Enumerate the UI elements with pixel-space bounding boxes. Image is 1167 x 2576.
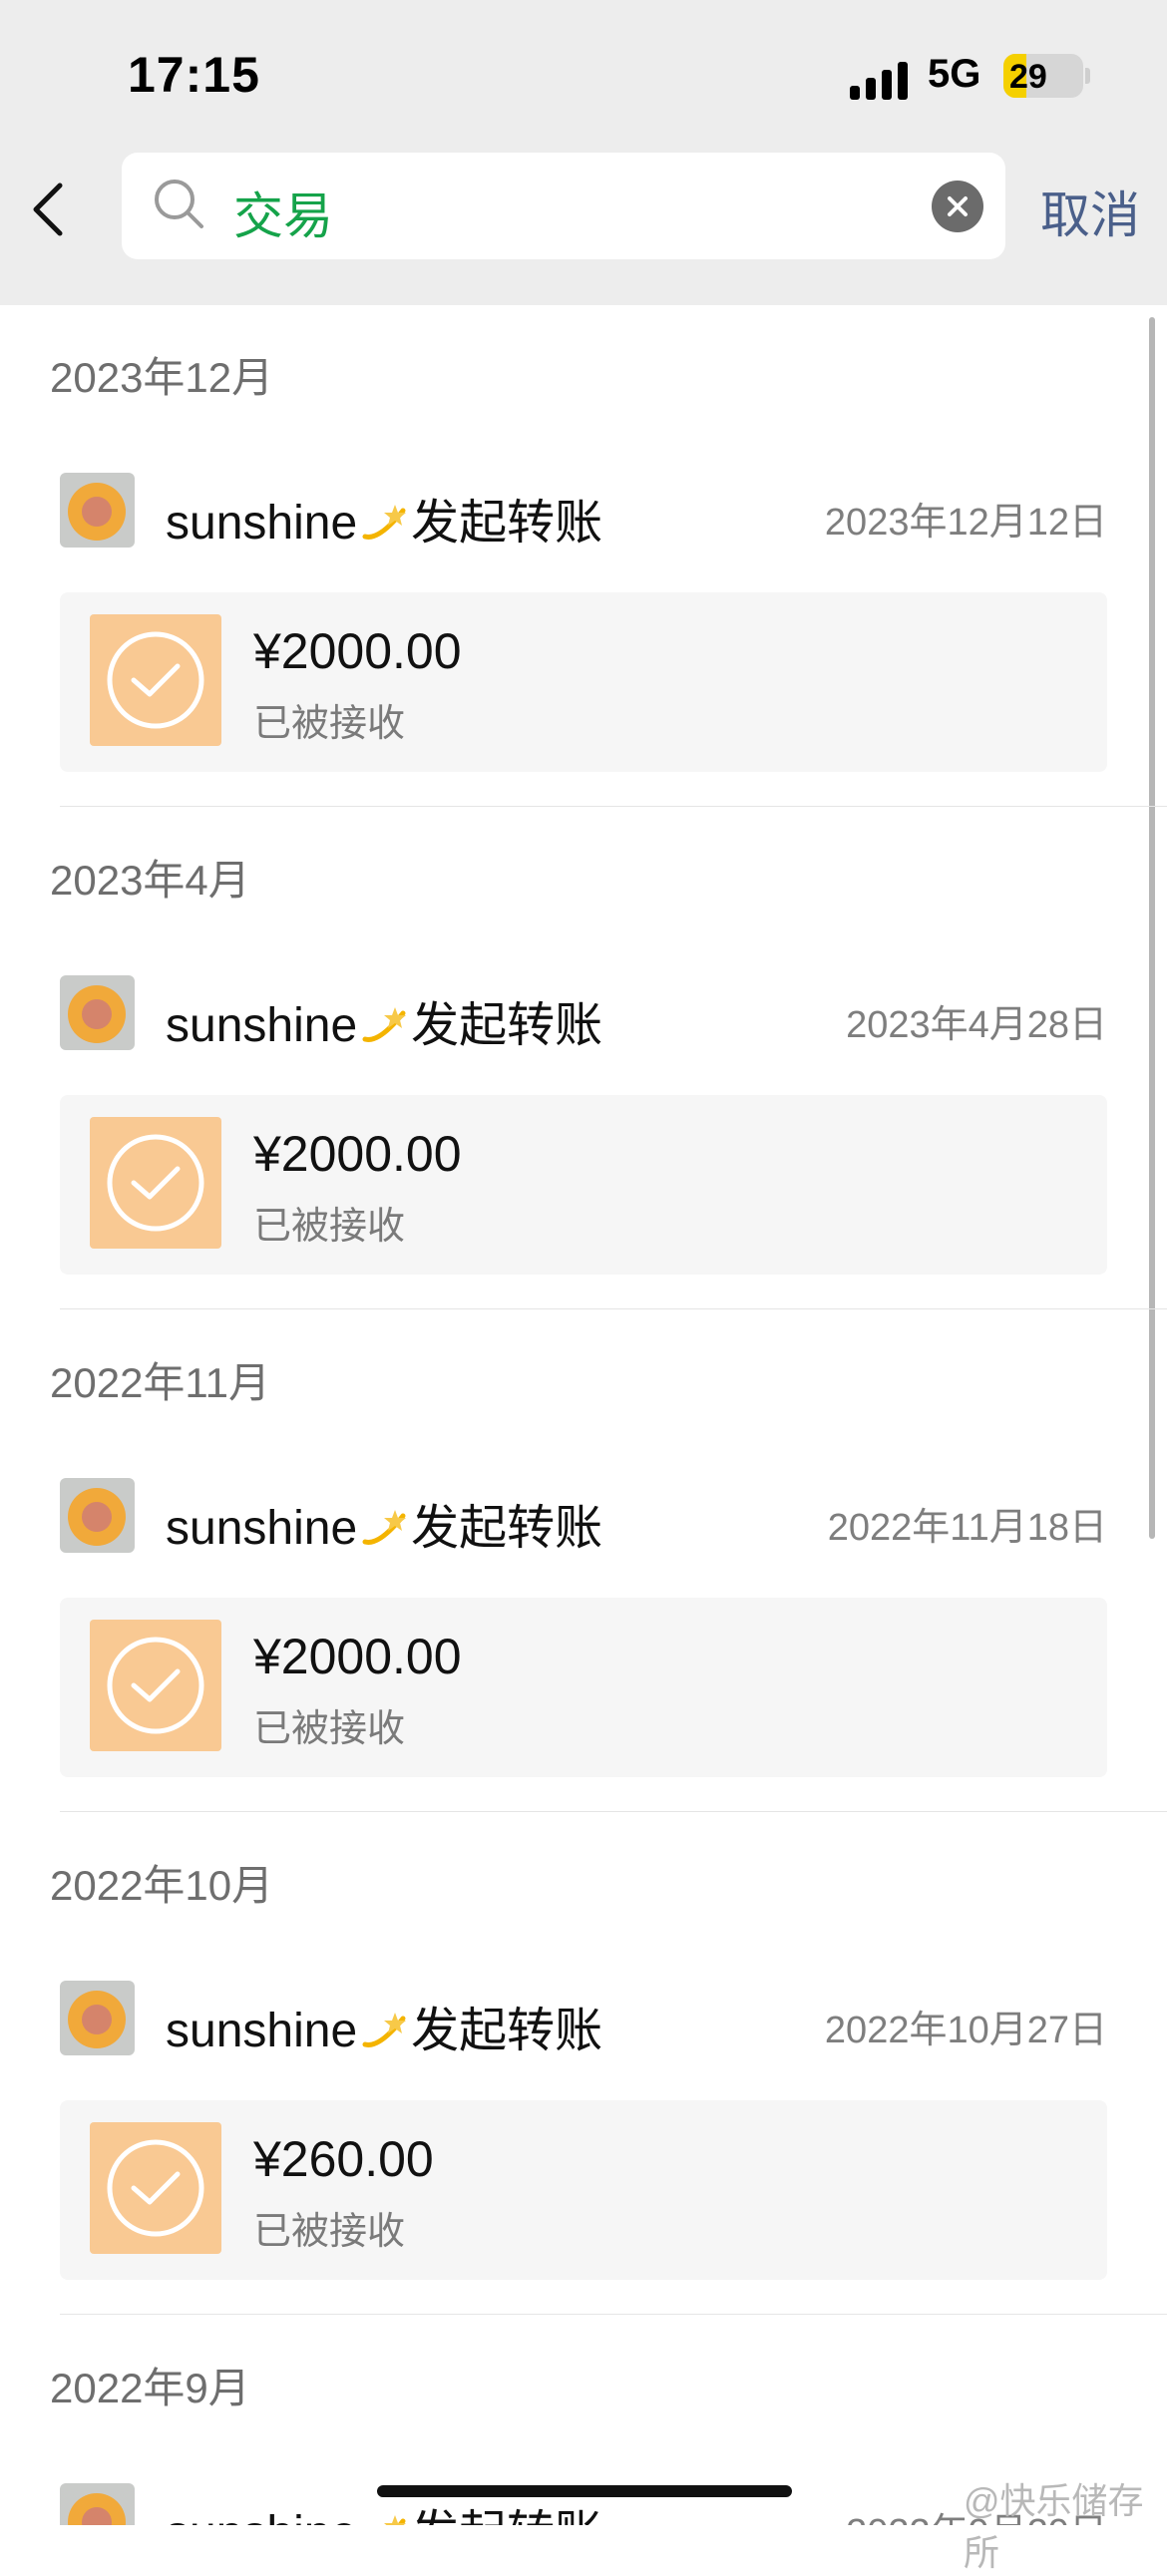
transfer-action: 发起转账 [411, 2005, 603, 2057]
transfer-card[interactable]: ¥2000.00 已被接收 [60, 592, 1107, 772]
avatar [60, 2483, 135, 2525]
transfer-amount: ¥2000.00 [253, 623, 462, 679]
sender-name: sunshine [166, 1502, 358, 1555]
transfer-date: 2023年12月12日 [824, 502, 1107, 544]
battery-icon: 29 [1003, 54, 1083, 98]
scrollbar[interactable] [1149, 317, 1155, 1539]
month-header: 2023年12月 [50, 354, 274, 401]
search-query[interactable]: 交易 [233, 177, 333, 248]
transfer-icon [90, 1620, 221, 1751]
chevron-left-icon [33, 183, 63, 236]
transfer-amount: ¥260.00 [253, 2131, 434, 2187]
check-circle-icon [107, 1637, 204, 1734]
signal-icon [850, 60, 912, 100]
avatar [60, 473, 135, 548]
transfer-action: 发起转账 [411, 497, 603, 550]
transfer-status: 已被接收 [253, 2211, 406, 2253]
battery-nub [1085, 68, 1090, 84]
transfer-date: 2022年10月27日 [824, 2010, 1107, 2051]
clear-button[interactable] [932, 181, 983, 232]
network-type: 5G [928, 52, 981, 96]
month-header: 2022年11月 [50, 1359, 271, 1406]
transfer-card[interactable]: ¥2000.00 已被接收 [60, 1095, 1107, 1275]
divider [60, 1308, 1167, 1309]
transfer-status: 已被接收 [253, 1206, 406, 1248]
transfer-status: 已被接收 [253, 1708, 406, 1750]
status-bar: 17:15 5G 29 [0, 0, 1167, 150]
month-header: 2023年4月 [50, 857, 250, 904]
transfer-action: 发起转账 [411, 2507, 602, 2525]
month-header: 2022年9月 [50, 2365, 250, 2411]
search-input[interactable]: 交易 [122, 153, 1005, 259]
sender-name: sunshine [166, 2507, 357, 2525]
home-indicator[interactable] [377, 2485, 792, 2497]
sender-name: sunshine [166, 2005, 358, 2057]
transfer-action: 发起转账 [411, 1502, 603, 1555]
dizzy-star-icon [362, 1510, 407, 1545]
divider [60, 2314, 1167, 2315]
watermark: @快乐储存所 [964, 2480, 1144, 2573]
transfer-amount: ¥2000.00 [253, 1629, 462, 1684]
transfer-date: 2023年4月28日 [846, 1004, 1107, 1046]
transfer-status: 已被接收 [253, 703, 406, 745]
dizzy-star-icon [362, 1007, 407, 1042]
transfer-sender-row[interactable]: sunshine 发起转账 2022年11月18日 [60, 1478, 1107, 1558]
cancel-button[interactable]: 取消 [1040, 176, 1140, 247]
dizzy-star-icon [362, 2013, 407, 2047]
transfer-amount: ¥2000.00 [253, 1126, 462, 1182]
transfer-card[interactable]: ¥260.00 已被接收 [60, 2100, 1107, 2280]
transfer-sender-row[interactable]: sunshine 发起转账 2023年4月28日 [60, 975, 1107, 1055]
dizzy-star-icon [384, 2515, 407, 2525]
search-header: 交易 取消 [0, 150, 1167, 305]
divider [60, 1811, 1167, 1812]
transfer-sender-row[interactable]: sunshine 发起转账 2023年12月12日 [60, 473, 1107, 552]
transfer-icon [90, 1117, 221, 1249]
avatar [60, 975, 135, 1050]
transfer-card[interactable]: ¥2000.00 已被接收 [60, 1598, 1107, 1777]
avatar [60, 1981, 135, 2055]
sender-name: sunshine [166, 497, 358, 550]
transfer-icon [90, 614, 221, 746]
transfer-action: 发起转账 [411, 999, 603, 1052]
battery-level: 29 [1009, 58, 1047, 96]
month-header: 2022年10月 [50, 1862, 274, 1909]
transfer-date: 2022年11月18日 [827, 1507, 1107, 1549]
search-icon [155, 180, 203, 228]
transfer-icon [90, 2122, 221, 2254]
dizzy-star-icon [362, 505, 407, 540]
check-circle-icon [107, 631, 204, 729]
check-circle-icon [107, 1134, 204, 1232]
sender-name: sunshine [166, 999, 358, 1052]
divider [60, 806, 1167, 807]
check-circle-icon [107, 2139, 204, 2237]
clear-icon [948, 196, 968, 216]
transfer-sender-row[interactable]: sunshine 发起转账 2022年10月27日 [60, 1981, 1107, 2060]
status-time: 17:15 [128, 47, 260, 103]
avatar [60, 1478, 135, 1553]
back-button[interactable] [26, 178, 76, 241]
